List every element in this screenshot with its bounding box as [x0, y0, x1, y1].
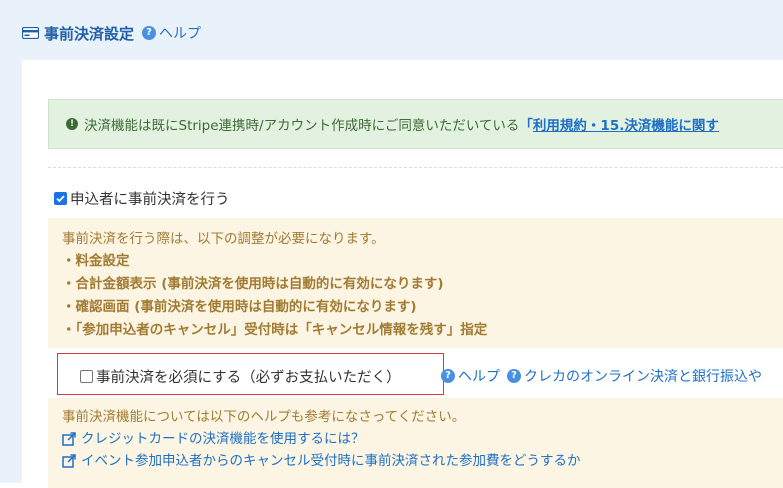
external-help-link[interactable]: イベント参加申込者からのキャンセル受付時に事前決済された参加費をどうするか [62, 450, 783, 472]
card-bank-help-link[interactable]: クレカのオンライン決済と銀行振込や [524, 366, 762, 386]
prepay-checkbox-row[interactable]: 申込者に事前決済を行う [54, 188, 230, 209]
required-help-link[interactable]: ヘルプ [458, 366, 500, 386]
settings-content: ! 決済機能は既にStripe連携時/アカウント作成時にご同意いただいている 「… [22, 60, 783, 488]
check-icon [56, 195, 65, 203]
help-icon[interactable]: ? [142, 26, 157, 40]
page-title: 事前決済設定 [44, 24, 135, 43]
settings-panel: 事前決済設定 ? ヘルプ ! 決済機能は既にStripe連携時/アカウント作成時… [0, 0, 783, 488]
header-help-link[interactable]: ヘルプ [159, 23, 201, 43]
external-link-label[interactable]: イベント参加申込者からのキャンセル受付時に事前決済された参加費をどうするか [81, 450, 581, 472]
help-icon[interactable]: ? [441, 369, 455, 383]
alert-text: 決済機能は既にStripe連携時/アカウント作成時にご同意いただいている [84, 118, 520, 134]
help-icon[interactable]: ? [507, 369, 521, 383]
stripe-agreement-alert: ! 決済機能は既にStripe連携時/アカウント作成時にご同意いただいている 「… [48, 99, 783, 149]
help-intro: 事前決済機能については以下のヘルプも参考になさってください。 [62, 409, 466, 425]
adjustment-notice: 事前決済を行う際は、以下の調整が必要になります。 ・料金設定 ・合計金額表示 (… [48, 218, 783, 348]
required-checkbox[interactable] [80, 370, 93, 383]
notice-item: ・確認画面 (事前決済を使用時は自動的に有効になります) [62, 299, 417, 315]
credit-card-icon [22, 24, 44, 43]
right-help-links: ? ヘルプ ? クレカのオンライン決済と銀行振込や [441, 366, 769, 386]
help-notice: 事前決済機能については以下のヘルプも参考になさってください。 クレジットカードの… [48, 398, 783, 488]
external-link-icon [62, 454, 76, 468]
external-link-label[interactable]: クレジットカードの決済機能を使用するには？ [81, 428, 365, 450]
required-checkbox-label[interactable]: 事前決済を必須にする（必ずお支払いただく） [96, 366, 401, 387]
prepay-checkbox-label[interactable]: 申込者に事前決済を行う [70, 188, 230, 209]
notice-item: ・「参加申込者のキャンセル」受付時は「キャンセル情報を残す」指定 [62, 322, 488, 338]
external-help-link[interactable]: クレジットカードの決済機能を使用するには？ [62, 428, 783, 450]
notice-item: ・料金設定 [62, 253, 130, 269]
prepay-checkbox[interactable] [54, 192, 67, 205]
exclamation-icon: ! [66, 118, 78, 130]
notice-intro: 事前決済を行う際は、以下の調整が必要になります。 [62, 231, 385, 247]
terms-link[interactable]: 利用規約・15.決済機能に関す [533, 114, 719, 134]
required-checkbox-row[interactable]: 事前決済を必須にする（必ずお支払いただく） [80, 366, 401, 387]
external-link-icon [62, 432, 76, 446]
alert-bracket: 「 [519, 118, 533, 134]
section-header: 事前決済設定 ? ヘルプ [22, 22, 201, 44]
notice-item: ・合計金額表示 (事前決済を使用時は自動的に有効になります) [62, 276, 444, 292]
divider [48, 167, 783, 168]
